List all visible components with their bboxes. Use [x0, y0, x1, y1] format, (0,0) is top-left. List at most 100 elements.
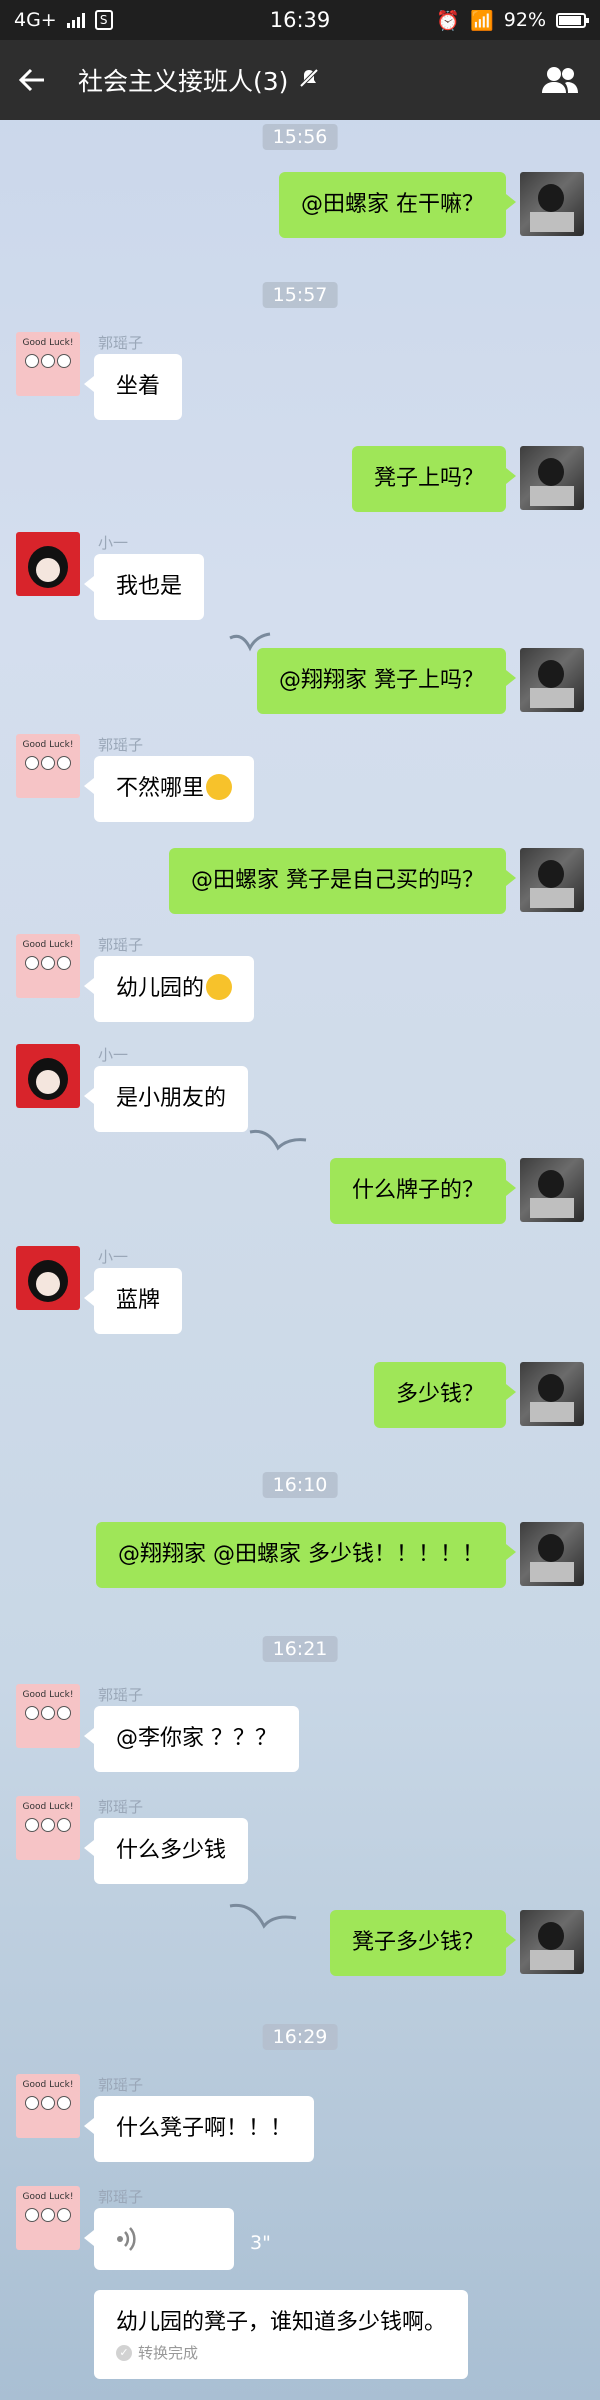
message-bubble[interactable]: 坐着 [83, 354, 183, 420]
message-sent: @翔翔家 @田螺家 多少钱！！！！！ [96, 1522, 584, 1588]
bell-muted-icon [298, 67, 320, 94]
message-bubble[interactable]: @李你家 ？？？ [84, 1706, 299, 1772]
seagull-decoration [249, 1129, 307, 1151]
avatar[interactable]: Good Luck! [16, 1684, 80, 1748]
avatar[interactable]: Good Luck! [16, 332, 80, 396]
timestamp: 16:10 [262, 1472, 338, 1498]
avatar[interactable]: Good Luck! [16, 2186, 80, 2250]
message-bubble[interactable]: 什么凳子啊！！！ [83, 2096, 315, 2162]
message-bubble[interactable]: 不然哪里 [83, 756, 255, 822]
back-button[interactable] [0, 40, 64, 120]
avatar[interactable] [16, 1246, 80, 1310]
message-received: Good Luck! 郭瑶子 幼儿园的 [16, 934, 255, 1022]
message-received: 小一 是小朋友的 [16, 1044, 249, 1132]
avatar[interactable] [520, 1910, 584, 1974]
avatar[interactable] [520, 446, 584, 510]
message-bubble[interactable]: @田螺家 在干嘛？ [279, 172, 516, 238]
message-bubble[interactable]: @翔翔家 @田螺家 多少钱！！！！！ [96, 1522, 516, 1588]
voice-message: Good Luck! 郭瑶子 [16, 2186, 234, 2270]
timestamp: 16:21 [262, 1636, 338, 1662]
message-bubble[interactable]: 是小朋友的 [83, 1066, 249, 1132]
avatar[interactable] [520, 848, 584, 912]
avatar-text: Good Luck! [22, 338, 74, 348]
sender-name: 郭瑶子 [98, 1686, 144, 1704]
voice-bubble[interactable] [84, 2208, 234, 2270]
voice-duration: 3" [250, 2232, 271, 2254]
avatar[interactable] [16, 1044, 80, 1108]
avatar-text: Good Luck! [22, 940, 74, 950]
message-bubble[interactable]: @田螺家 凳子是自己买的吗？ [169, 848, 516, 914]
message-bubble[interactable]: 我也是 [83, 554, 205, 620]
wifi-icon: 📶 [470, 9, 494, 32]
status-bar: 4G+ S 16:39 ⏰ 📶 92% [0, 0, 600, 40]
sender-name: 郭瑶子 [98, 2188, 144, 2206]
avatar-text: Good Luck! [22, 740, 74, 750]
timestamp: 16:29 [262, 2024, 338, 2050]
message-received: Good Luck! 郭瑶子 不然哪里 [16, 734, 255, 822]
message-sent: 凳子上吗？ [351, 446, 584, 512]
message-bubble[interactable]: 凳子多少钱？ [329, 1910, 517, 1976]
message-bubble[interactable]: 蓝牌 [83, 1268, 183, 1334]
chat-title: 社会主义接班人(3) [78, 67, 289, 96]
message-bubble[interactable]: 多少钱？ [373, 1362, 517, 1428]
avatar[interactable] [520, 172, 584, 236]
group-members-button[interactable] [520, 40, 600, 120]
message-bubble[interactable]: 凳子上吗？ [351, 446, 517, 512]
message-text: 不然哪里 [116, 776, 205, 801]
message-sent: @田螺家 在干嘛？ [279, 172, 584, 238]
message-sent: @翔翔家 凳子上吗？ [257, 648, 584, 714]
group-members-icon [542, 67, 578, 93]
voice-transcript[interactable]: 幼儿园的凳子，谁知道多少钱啊。 ✓ 转换完成 [94, 2290, 469, 2379]
signal-icon [66, 12, 85, 28]
sender-name: 小一 [98, 1046, 129, 1064]
seagull-decoration [229, 1903, 297, 1929]
network-label: 4G+ [14, 9, 57, 31]
message-text: 幼儿园的 [116, 976, 205, 1001]
sender-name: 郭瑶子 [98, 736, 144, 754]
alarm-icon: ⏰ [436, 9, 461, 32]
message-received: Good Luck! 郭瑶子 坐着 [16, 332, 183, 420]
message-sent: @田螺家 凳子是自己买的吗？ [169, 848, 584, 914]
avatar-text: Good Luck! [22, 2192, 74, 2202]
check-icon: ✓ [116, 2344, 132, 2361]
avatar[interactable]: Good Luck! [16, 934, 80, 998]
message-sent: 凳子多少钱？ [329, 1910, 584, 1976]
sender-name: 小一 [98, 1248, 129, 1266]
message-received: Good Luck! 郭瑶子 @李你家 ？？？ [16, 1684, 299, 1772]
avatar[interactable] [16, 532, 80, 596]
grin-sweat-emoji-icon [206, 774, 233, 800]
transcript-status: ✓ 转换完成 [116, 2342, 446, 2363]
avatar[interactable] [520, 1158, 584, 1222]
message-bubble[interactable]: @翔翔家 凳子上吗？ [257, 648, 516, 714]
avatar[interactable]: Good Luck! [16, 734, 80, 798]
avatar-text: Good Luck! [22, 2080, 74, 2090]
sender-name: 郭瑶子 [98, 936, 144, 954]
message-received: 小一 蓝牌 [16, 1246, 183, 1334]
message-bubble[interactable]: 幼儿园的 [83, 956, 255, 1022]
transcript-text: 幼儿园的凳子，谁知道多少钱啊。 [116, 2310, 447, 2335]
battery-icon [556, 12, 589, 28]
avatar[interactable] [520, 1522, 584, 1586]
message-bubble[interactable]: 什么多少钱 [83, 1818, 249, 1884]
arrow-left-icon [18, 68, 44, 92]
message-received: Good Luck! 郭瑶子 什么凳子啊！！！ [16, 2074, 315, 2162]
sender-name: 郭瑶子 [98, 334, 144, 352]
message-sent: 多少钱？ [373, 1362, 584, 1428]
timestamp: 15:57 [262, 282, 338, 308]
avatar[interactable]: Good Luck! [16, 2074, 80, 2138]
sender-name: 郭瑶子 [98, 1798, 144, 1816]
avatar[interactable]: Good Luck! [16, 1796, 80, 1860]
message-received: Good Luck! 郭瑶子 什么多少钱 [16, 1796, 249, 1884]
avatar-text: Good Luck! [22, 1690, 74, 1700]
message-bubble[interactable]: 什么牌子的？ [329, 1158, 517, 1224]
voice-wave-icon [117, 2227, 136, 2251]
battery-label: 92% [503, 9, 546, 31]
avatar[interactable] [520, 648, 584, 712]
sim-icon: S [94, 10, 113, 30]
timestamp: 15:56 [262, 124, 338, 150]
upside-down-face-emoji-icon [206, 974, 233, 1000]
chat-header: 社会主义接班人(3) [0, 40, 600, 120]
avatar[interactable] [520, 1362, 584, 1426]
transcript-status-label: 转换完成 [138, 2344, 199, 2362]
message-sent: 什么牌子的？ [329, 1158, 584, 1224]
